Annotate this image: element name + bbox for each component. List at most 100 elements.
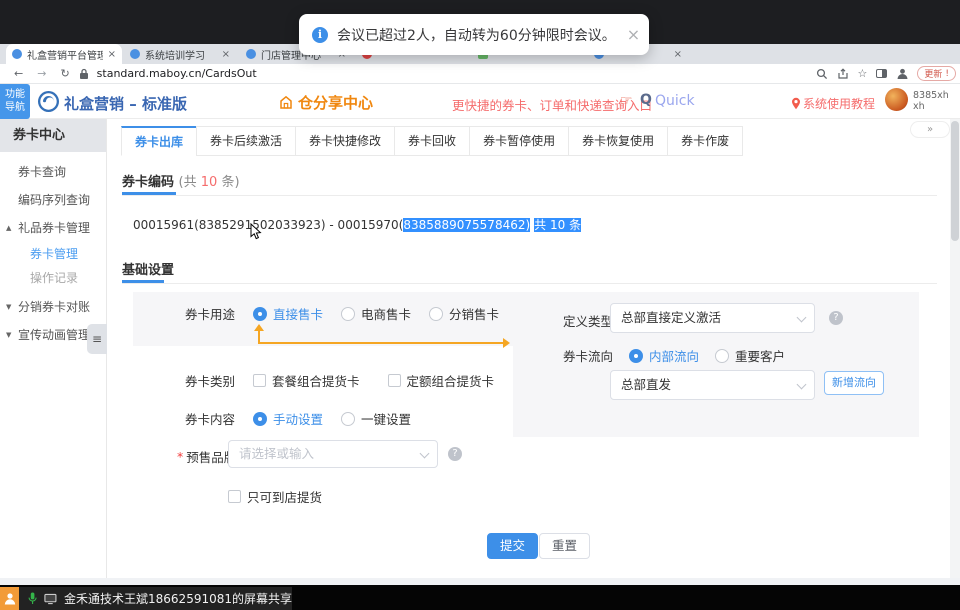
radio-ecommerce-sale[interactable]: 电商售卡 (341, 304, 411, 323)
flow-value: 总部直发 (621, 377, 671, 392)
quick-label[interactable]: Quick (655, 93, 695, 109)
update-label: 更新 (924, 67, 942, 80)
chevron-down-icon (797, 380, 807, 390)
location-pin-icon (791, 95, 801, 114)
user-name: 8385xh xh (913, 90, 949, 112)
help-icon[interactable]: ? (448, 447, 462, 461)
pointing-hand-icon: ☞ (620, 93, 633, 109)
content-row: 券卡内容 手动设置 一键设置 (185, 409, 411, 428)
store-only-row: 只可到店提货 (228, 487, 322, 506)
tab-close-icon[interactable]: × (108, 49, 116, 60)
category-opt2-label: 定额组合提货卡 (407, 371, 495, 390)
meeting-toast: i 会议已超过2人，自动转为60分钟限时会议。 × (299, 14, 649, 55)
tab-void[interactable]: 券卡作废 (667, 126, 743, 156)
sidebar-item-gift-card-management[interactable]: ▲ 礼品券卡管理 (0, 216, 107, 240)
radio-internal-flow[interactable]: 内部流向 (629, 346, 699, 365)
checkbox-combo-pickup-card[interactable]: 套餐组合提货卡 (253, 371, 360, 390)
radio-manual-setting[interactable]: 手动设置 (253, 409, 323, 428)
define-panel: 定义类型 总部直接定义激活 ? 券卡流向 内部流向 重要客户 总部直发 (513, 292, 919, 437)
toast-close-icon[interactable]: × (627, 25, 640, 44)
profile-icon[interactable] (896, 67, 909, 80)
tab-resume[interactable]: 券卡恢复使用 (568, 126, 668, 156)
code-range-selected: 8385889075578462) (403, 218, 530, 232)
back-icon[interactable]: ← (14, 67, 23, 80)
card-code-range[interactable]: 00015961(8385291502033923) - 00015970(83… (133, 216, 581, 233)
panel-collapse-button[interactable]: » (910, 121, 950, 138)
sidebar-item-code-sequence-query[interactable]: 编码序列查询 (0, 188, 107, 212)
tab-suspend[interactable]: 券卡暂停使用 (469, 126, 569, 156)
tab-followup-activate[interactable]: 券卡后续激活 (196, 126, 296, 156)
flow-opt2-label: 重要客户 (735, 346, 785, 365)
sidebar-item-operation-records[interactable]: 操作记录 (0, 266, 107, 290)
tab-close-icon[interactable]: × (674, 49, 682, 60)
lock-icon (79, 68, 89, 80)
brand-select[interactable]: 请选择或输入 (228, 440, 438, 468)
tab-recycle[interactable]: 券卡回收 (394, 126, 470, 156)
tab-quick-modify[interactable]: 券卡快捷修改 (295, 126, 395, 156)
reset-button[interactable]: 重置 (539, 533, 590, 559)
flow-row: 券卡流向 内部流向 重要客户 (563, 346, 785, 365)
sidebar-item-card-query[interactable]: 券卡查询 (0, 160, 107, 184)
sidebar-title: 券卡中心 (0, 119, 106, 152)
help-icon[interactable]: ? (829, 311, 843, 325)
share-page-icon[interactable] (837, 68, 849, 80)
bookmark-star-icon[interactable]: ☆ (858, 67, 868, 80)
sidebar-item-distribution-reconciliation[interactable]: ▼ 分销券卡对账 (0, 295, 107, 319)
url-text[interactable]: standard.maboy.cn/CardsOut (97, 67, 807, 80)
radio-important-customer[interactable]: 重要客户 (715, 346, 785, 365)
define-type-select[interactable]: 总部直接定义激活 (610, 303, 815, 333)
tab-favicon (246, 49, 256, 59)
radio-direct-sale[interactable]: 直接售卡 (253, 304, 323, 323)
scrollbar-thumb[interactable] (951, 121, 959, 241)
triangle-up-icon: ▲ (6, 216, 11, 240)
share-center-link[interactable]: 仓分享中心 (279, 92, 373, 113)
category-row: 券卡类别 套餐组合提货卡 定额组合提货卡 (185, 371, 494, 390)
quick-q-icon[interactable]: Q (640, 92, 652, 108)
submit-button[interactable]: 提交 (487, 533, 538, 559)
brand-logo-icon (37, 90, 60, 117)
radio-on-icon (253, 307, 267, 321)
radio-one-click-setting[interactable]: 一键设置 (341, 409, 411, 428)
chrome-update-button[interactable]: 更新 ! (917, 66, 956, 81)
microphone-icon (28, 591, 37, 606)
code-count-badge: 共 10 条 (534, 218, 581, 232)
sidebar-collapse-handle[interactable]: ≡ (87, 324, 107, 354)
tab-close-icon[interactable]: × (222, 49, 230, 60)
arrow-horizontal (258, 342, 504, 344)
checkbox-store-pickup-only[interactable]: 只可到店提货 (228, 487, 322, 506)
checkbox-fixed-combo-pickup-card[interactable]: 定额组合提货卡 (388, 371, 495, 390)
radio-off-icon (429, 307, 443, 321)
reload-icon[interactable]: ↻ (60, 67, 69, 80)
screen-share-bar: 金禾通技术王斌18662591081的屏幕共享 (0, 585, 960, 610)
radio-on-icon (253, 412, 267, 426)
sidebar-item-card-management[interactable]: 券卡管理 (0, 242, 107, 266)
zoom-icon[interactable] (816, 68, 828, 80)
radio-off-icon (341, 307, 355, 321)
user-avatar[interactable] (885, 88, 908, 111)
define-type-value: 总部直接定义激活 (621, 310, 721, 325)
tab-favicon (12, 49, 22, 59)
split-view-icon[interactable] (876, 69, 887, 78)
radio-distribution-sale[interactable]: 分销售卡 (429, 304, 499, 323)
codes-count-prefix: (共 (179, 175, 201, 190)
browser-tab-2[interactable]: 系统培训学习 × (124, 44, 236, 64)
browser-tab-1[interactable]: 礼盒营销平台管理中心 × (6, 44, 122, 64)
usage-label: 券卡用途 (185, 304, 235, 323)
radio-on-icon (629, 349, 643, 363)
tab-cards-out[interactable]: 券卡出库 (121, 126, 197, 156)
forward-icon[interactable]: → (37, 67, 46, 80)
add-flow-button[interactable]: 新增流向 (824, 371, 884, 395)
share-bar-text: 金禾通技术王斌18662591081的屏幕共享 (64, 590, 292, 607)
function-nav-badge[interactable]: 功能 导航 (0, 84, 30, 119)
system-tutorial-link[interactable]: 系统使用教程 (803, 95, 875, 112)
arrow-right-head (503, 338, 510, 348)
brand-placeholder: 请选择或输入 (239, 446, 314, 461)
content-opt1-label: 手动设置 (273, 409, 323, 428)
screen-share-icon (44, 593, 57, 605)
toast-message: 会议已超过2人，自动转为60分钟限时会议。 (337, 25, 616, 45)
codes-count: 10 (201, 175, 218, 190)
tab-title: 系统培训学习 (145, 47, 217, 62)
flow-opt1-label: 内部流向 (649, 346, 699, 365)
page-scrollbar[interactable] (950, 119, 960, 578)
flow-select[interactable]: 总部直发 (610, 370, 815, 400)
